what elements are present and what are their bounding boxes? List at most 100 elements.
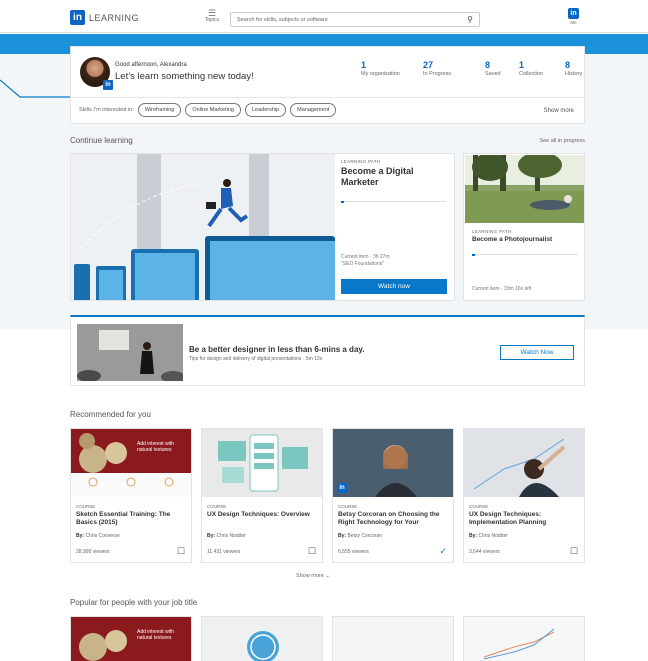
current-item-name: "SEO Foundations" xyxy=(341,261,385,267)
show-more-skills-link[interactable]: Show more xyxy=(544,108,574,114)
progress-fill xyxy=(341,200,344,203)
course-card[interactable]: COURSE UX Design Techniques: Overview By… xyxy=(201,428,323,563)
course-author: By: Betsy Corcoran xyxy=(338,533,382,539)
thumbnail-caption: Add interest with natural textures xyxy=(137,441,174,453)
welcome-card: in Good afternoon, Alexandra Let’s learn… xyxy=(70,46,585,124)
stat-label: My organization xyxy=(361,71,400,77)
page: in LEARNING ☰ Topics Search for skills, … xyxy=(0,0,648,661)
stat-label: In Progress xyxy=(423,71,452,77)
course-author: By: Chris Nodder xyxy=(207,533,246,539)
popular-cards: Add interest with natural textures xyxy=(70,616,585,661)
see-all-in-progress-link[interactable]: See all in progress xyxy=(539,138,585,144)
skill-pill-online-marketing[interactable]: Online Marketing xyxy=(185,103,241,117)
photojournalist-thumbnail xyxy=(465,154,584,223)
course-viewers: 3,644 viewers xyxy=(469,549,500,555)
course-type: COURSE xyxy=(338,504,358,509)
skill-pill-leadership[interactable]: Leadership xyxy=(244,103,287,117)
continue-learning-title: Continue learning xyxy=(70,136,133,145)
current-item: Current item · 3h 27m "SEO Foundations" xyxy=(341,254,390,268)
me-label: Me xyxy=(570,20,577,25)
greeting: Good afternoon, Alexandra xyxy=(115,62,187,68)
author-name: Chris Nodder xyxy=(216,533,246,539)
topics-label: Topics xyxy=(204,17,220,23)
stat-label: Saved xyxy=(485,71,501,77)
search-input[interactable]: Search for skills, subjects or software … xyxy=(230,12,480,27)
learning-path-title: Become a Digital Marketer xyxy=(341,166,414,187)
side-progress-bar xyxy=(472,253,578,256)
learning-path-card[interactable]: LEARNING PATH Become a Digital Marketer … xyxy=(70,153,455,301)
chevron-down-icon: ⌄ xyxy=(325,573,330,579)
banner-subtitle: Tips for design and delivery of digital … xyxy=(189,356,323,362)
course-viewers: 11,431 viewers xyxy=(207,549,241,555)
show-more-recommended-link[interactable]: Show more ⌄ xyxy=(296,573,330,579)
linkedin-badge-icon: in xyxy=(337,483,347,493)
topics-menu[interactable]: ☰ Topics xyxy=(202,9,222,24)
learning-path-type: LEARNING PATH xyxy=(341,159,381,164)
welcome-tagline: Let’s learn something new today! xyxy=(115,71,254,82)
banner-watch-now-button[interactable]: Watch Now xyxy=(500,345,574,360)
watch-now-button[interactable]: Watch now xyxy=(341,279,447,294)
side-current-item: Current item · 33m 16s left xyxy=(472,286,532,292)
profile-icon: in xyxy=(568,8,579,19)
course-type: COURSE xyxy=(76,504,96,509)
digital-marketer-illustration xyxy=(71,154,335,300)
bookmark-icon[interactable]: ☐ xyxy=(570,546,578,557)
check-icon[interactable]: ✓ xyxy=(439,546,447,557)
linkedin-badge-icon: in xyxy=(103,80,113,90)
course-title: Betsy Corcoran on Choosing the Right Tec… xyxy=(338,511,440,526)
popular-title: Popular for people with your job title xyxy=(70,598,198,607)
course-card[interactable]: in COURSE Betsy Corcoran on Choosing the… xyxy=(332,428,454,563)
popular-card[interactable]: Add interest with natural textures xyxy=(70,616,192,661)
skill-pill-wireframing[interactable]: Wireframing xyxy=(137,103,182,117)
course-author: By: Chris Nodder xyxy=(469,533,508,539)
stat-value: 1 xyxy=(519,60,525,70)
side-path-type: LEARNING PATH xyxy=(472,229,512,234)
stat-saved[interactable]: 8 Saved xyxy=(485,60,519,77)
avatar[interactable]: in xyxy=(80,57,113,90)
popular-card[interactable] xyxy=(332,616,454,661)
popular-card[interactable] xyxy=(201,616,323,661)
stat-value: 8 xyxy=(565,60,571,70)
course-viewers: 28,999 viewers xyxy=(76,549,110,555)
author-name: Chris Converse xyxy=(85,533,120,539)
skills-row: Skills I’m interested in: Wireframing On… xyxy=(79,103,337,117)
side-path-title: Become a Photojournalist xyxy=(472,236,553,243)
course-author: By: Chris Converse xyxy=(76,533,120,539)
bookmark-icon[interactable]: ☐ xyxy=(177,546,185,557)
stat-collection[interactable]: 1 Collection xyxy=(519,60,565,77)
linkedin-learning-logo[interactable]: in LEARNING xyxy=(70,10,139,25)
course-thumbnail xyxy=(202,429,322,497)
stat-value: 8 xyxy=(485,60,491,70)
course-card[interactable]: COURSE UX Design Techniques: Implementat… xyxy=(463,428,585,563)
popular-card[interactable] xyxy=(463,616,585,661)
logo-text: LEARNING xyxy=(89,12,140,23)
author-label: By: xyxy=(207,533,216,539)
author-label: By: xyxy=(338,533,347,539)
side-path-info: LEARNING PATH Become a Photojournalist xyxy=(472,229,552,243)
callout-connector xyxy=(0,79,75,100)
me-menu[interactable]: in Me xyxy=(568,8,579,25)
recommended-title: Recommended for you xyxy=(70,410,151,419)
bookmark-icon[interactable]: ☐ xyxy=(308,546,316,557)
course-thumbnail: in xyxy=(333,429,453,497)
featured-video-banner: Be a better designer in less than 6-mins… xyxy=(70,315,585,386)
skills-label: Skills I’m interested in: xyxy=(79,107,134,113)
photojournalist-path-card[interactable]: LEARNING PATH Become a Photojournalist C… xyxy=(463,153,585,301)
course-title: Sketch Essential Training: The Basics (2… xyxy=(76,511,171,526)
stat-label: History xyxy=(565,71,583,77)
course-card[interactable]: Add interest with natural textures COURS… xyxy=(70,428,192,563)
search-icon[interactable]: ⚲ xyxy=(467,15,473,24)
course-viewers: 6,555 viewers xyxy=(338,549,369,555)
divider xyxy=(71,97,584,98)
stat-in-progress[interactable]: 27 In Progress xyxy=(423,60,485,77)
recommended-cards: Add interest with natural textures COURS… xyxy=(70,428,585,563)
stat-my-organization[interactable]: 1 My organization xyxy=(361,60,423,77)
stat-history[interactable]: 8 History xyxy=(565,60,595,77)
course-title: UX Design Techniques: Overview xyxy=(207,511,310,518)
skill-pill-management[interactable]: Management xyxy=(290,103,337,117)
presenter-thumbnail[interactable] xyxy=(77,324,183,381)
course-title: UX Design Techniques: Implementation Pla… xyxy=(469,511,547,526)
course-type: COURSE xyxy=(207,504,227,509)
course-type: COURSE xyxy=(469,504,489,509)
current-item-time: Current item · 3h 27m xyxy=(341,254,390,260)
